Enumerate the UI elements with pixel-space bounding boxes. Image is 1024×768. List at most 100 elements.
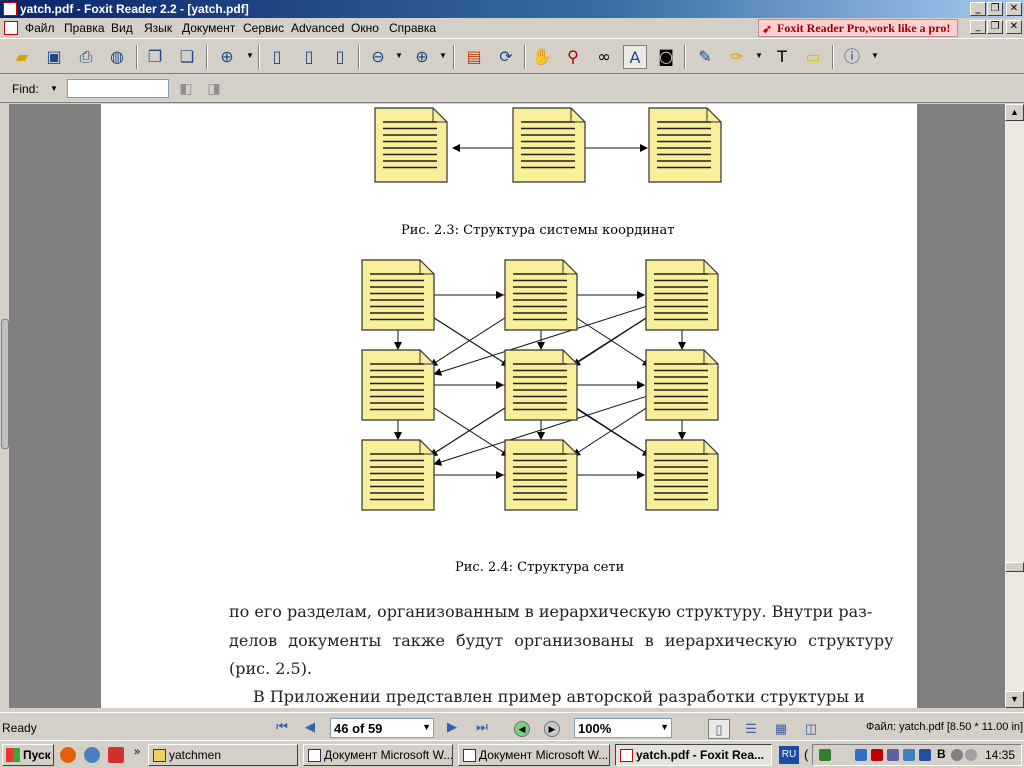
zoom-dropdown-arrow[interactable]: ▼ xyxy=(660,722,669,732)
tray-network-icon[interactable] xyxy=(855,749,867,761)
rotate-icon[interactable]: ⟳ xyxy=(494,45,518,69)
tray-misc-icon[interactable] xyxy=(965,749,977,761)
back-icon[interactable]: ◀ xyxy=(514,721,530,737)
tray-sound-icon[interactable] xyxy=(903,749,915,761)
email-icon[interactable]: ◍ xyxy=(105,45,129,69)
binoculars-icon[interactable]: ∞ xyxy=(592,45,616,69)
app-icon[interactable] xyxy=(3,2,17,16)
task-foxit-reader[interactable]: yatch.pdf - Foxit Rea... xyxy=(615,744,772,766)
word-icon xyxy=(463,749,476,762)
info-dropdown-arrow[interactable]: ▼ xyxy=(871,51,879,60)
previous-page-icon[interactable]: ◀ xyxy=(300,719,320,737)
doc-close-button[interactable]: ✕ xyxy=(1006,20,1022,34)
app-quicklaunch-icon[interactable] xyxy=(108,747,124,763)
browser-icon[interactable] xyxy=(84,747,100,763)
continuous-view-icon[interactable]: ☰ xyxy=(740,719,762,739)
single-page-view-icon[interactable]: ▯ xyxy=(708,719,730,739)
tray-letter-icon[interactable]: B xyxy=(937,747,946,761)
language-indicator[interactable]: RU xyxy=(779,746,799,764)
document-icon xyxy=(504,439,578,511)
annotate-icon[interactable]: ✎ xyxy=(693,45,717,69)
zoom-dropdown-arrow[interactable]: ▼ xyxy=(246,51,254,60)
scroll-up-button[interactable]: ▲ xyxy=(1005,104,1024,121)
next-page-icon[interactable]: ▶ xyxy=(442,719,462,737)
highlight-icon[interactable]: ✑ xyxy=(725,45,749,69)
tray-chevron-icon[interactable]: ( xyxy=(804,747,808,762)
menu-document[interactable]: Документ xyxy=(182,21,235,35)
menu-tools[interactable]: Сервис xyxy=(243,21,284,35)
find-input[interactable] xyxy=(67,79,169,98)
zoom-out-dropdown-arrow[interactable]: ▼ xyxy=(395,51,403,60)
tray-monitor-icon[interactable] xyxy=(887,749,899,761)
info-icon[interactable]: ⓘ xyxy=(840,45,864,69)
chevron-icon[interactable]: » xyxy=(134,746,140,758)
menu-window[interactable]: Окно xyxy=(351,21,379,35)
toolbar-separator xyxy=(524,45,526,69)
task-word-document-2[interactable]: Документ Microsoft W... xyxy=(458,744,610,766)
continuous-facing-view-icon[interactable]: ◫ xyxy=(800,719,822,739)
menu-advanced[interactable]: Advanced xyxy=(291,21,344,35)
menu-file[interactable]: Файл xyxy=(25,21,55,35)
tray-settings-icon[interactable] xyxy=(951,749,963,761)
document-icon xyxy=(504,349,578,421)
doc-restore-button[interactable]: ❐ xyxy=(987,20,1003,34)
doc-minimize-button[interactable]: _ xyxy=(970,20,986,34)
vertical-scrollbar[interactable]: ▲ ▼ xyxy=(1005,104,1024,708)
pdf-page[interactable]: Рис. 2.3: Структура системы координат Ри… xyxy=(101,104,917,708)
firefox-icon[interactable] xyxy=(60,747,76,763)
copy-icon[interactable]: ❐ xyxy=(143,45,167,69)
find-options-arrow[interactable]: ▼ xyxy=(50,84,58,93)
hand-icon[interactable]: ✋ xyxy=(530,45,554,69)
menu-view[interactable]: Вид xyxy=(111,21,133,35)
start-label: Пуск xyxy=(23,748,51,762)
first-page-icon[interactable]: ⏮ xyxy=(272,719,292,737)
document-icon xyxy=(645,439,719,511)
open-icon[interactable]: ▰ xyxy=(10,45,34,69)
last-page-icon[interactable]: ⏭ xyxy=(472,719,492,737)
page-fit-icon[interactable]: ▯ xyxy=(328,45,352,69)
note-icon[interactable]: ▭ xyxy=(801,45,825,69)
zoom-in-icon[interactable]: ⊕ xyxy=(410,45,434,69)
page-icon[interactable]: ▯ xyxy=(265,45,289,69)
tray-shield-icon[interactable] xyxy=(919,749,931,761)
scroll-down-button[interactable]: ▼ xyxy=(1005,691,1024,708)
find-next-icon[interactable]: ◨ xyxy=(202,77,226,101)
task-yatchmen[interactable]: yatchmen xyxy=(148,744,298,766)
close-button[interactable]: ✕ xyxy=(1006,2,1022,16)
menu-edit[interactable]: Правка xyxy=(64,21,105,35)
start-button[interactable]: Пуск xyxy=(2,744,54,766)
snapshot-icon[interactable]: ◙ xyxy=(654,45,678,69)
task-word-document-1[interactable]: Документ Microsoft W... xyxy=(303,744,453,766)
find-previous-icon[interactable]: ◧ xyxy=(174,77,198,101)
print-icon[interactable]: ⎙ xyxy=(74,45,98,69)
save-icon[interactable]: ▣ xyxy=(42,45,66,69)
highlight-dropdown-arrow[interactable]: ▼ xyxy=(755,51,763,60)
folder-icon xyxy=(153,749,166,762)
forward-icon[interactable]: ▶ xyxy=(544,721,560,737)
zoom-in-dropdown-arrow[interactable]: ▼ xyxy=(439,51,447,60)
zoom-box[interactable]: 100% ▼ xyxy=(574,718,672,738)
zoom-out-icon[interactable]: ⊖ xyxy=(366,45,390,69)
menu-help[interactable]: Справка xyxy=(389,21,436,35)
paste-icon[interactable]: ❏ xyxy=(175,45,199,69)
page-dropdown-arrow[interactable]: ▼ xyxy=(422,722,431,732)
typewriter-icon[interactable]: T xyxy=(770,45,794,69)
text-select-icon[interactable]: A xyxy=(623,45,647,69)
page-number-box[interactable]: 46 of 59 ▼ xyxy=(330,718,434,738)
tray-antivirus-icon[interactable] xyxy=(871,749,883,761)
facing-view-icon[interactable]: ▦ xyxy=(770,719,792,739)
restore-button[interactable]: ❐ xyxy=(987,2,1003,16)
zoom-icon[interactable]: ⊕ xyxy=(215,45,239,69)
panel-toggle-handle[interactable] xyxy=(1,319,9,449)
minimize-button[interactable]: _ xyxy=(970,2,986,16)
title-bar[interactable]: yatch.pdf - Foxit Reader 2.2 - [yatch.pd… xyxy=(0,0,1024,18)
promo-banner[interactable]: ➶ Foxit Reader Pro,work like a pro! xyxy=(758,19,958,37)
tray-app-icon[interactable] xyxy=(819,749,831,761)
bookmark-icon[interactable]: ▤ xyxy=(462,45,486,69)
scroll-thumb[interactable] xyxy=(1005,562,1024,572)
page-width-icon[interactable]: ▯ xyxy=(297,45,321,69)
select-icon[interactable]: ⚲ xyxy=(561,45,585,69)
document-viewport[interactable]: Рис. 2.3: Структура системы координат Ри… xyxy=(0,104,1005,708)
document-menu-icon[interactable] xyxy=(4,21,18,35)
menu-language[interactable]: Язык xyxy=(144,21,172,35)
